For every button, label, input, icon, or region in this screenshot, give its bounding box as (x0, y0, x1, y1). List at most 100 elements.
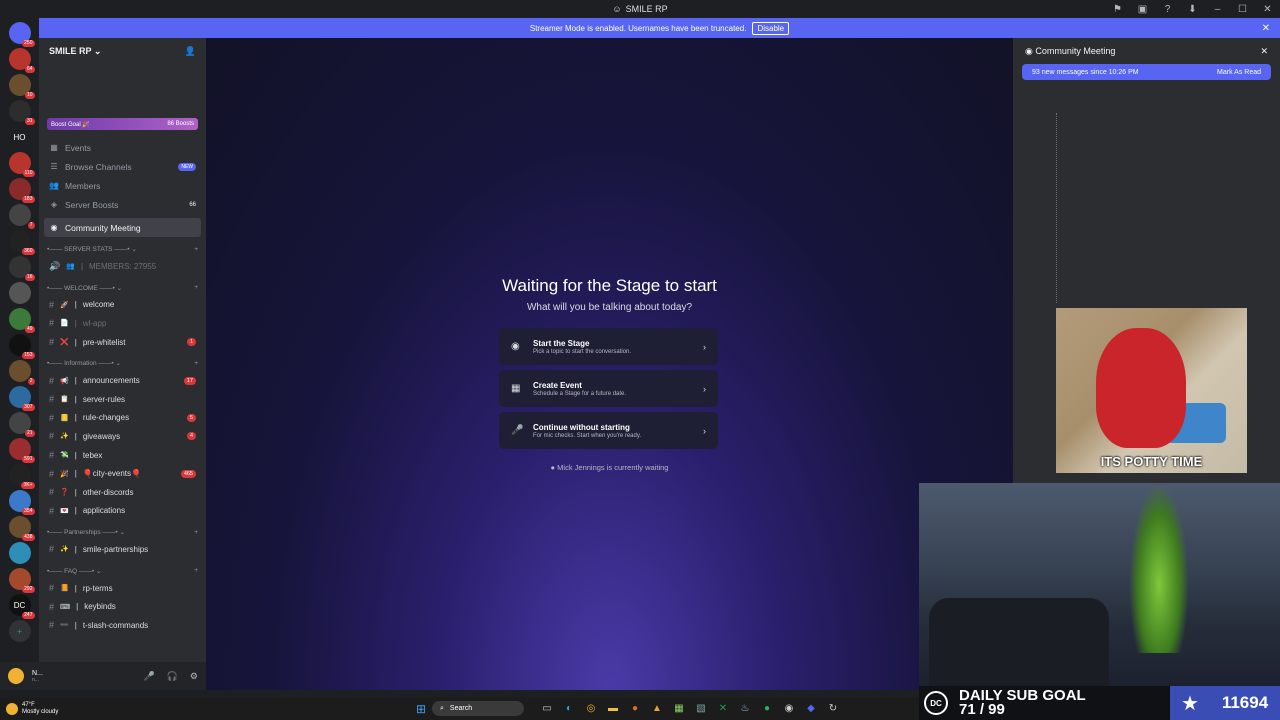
nav-server-boosts[interactable]: ◈ Server Boosts 66 (39, 195, 206, 214)
server-icon[interactable]: 7 (8, 204, 35, 229)
server-icon[interactable]: 3K+ (8, 464, 35, 489)
category-header[interactable]: •—— Information ——• ⌄ + (39, 355, 206, 371)
create-channel-icon[interactable]: + (194, 246, 198, 253)
server-icon[interactable]: 354 (8, 490, 35, 515)
hash-icon: # (49, 412, 55, 423)
server-icon[interactable]: 21 (8, 412, 35, 437)
help-icon[interactable]: ? (1155, 4, 1180, 15)
nav-browse-channels[interactable]: ☰ Browse Channels NEW (39, 157, 206, 176)
avatar[interactable] (8, 668, 24, 684)
channel-name: t-slash-commands (82, 620, 149, 630)
minimize-button[interactable]: – (1205, 4, 1230, 15)
gear-icon[interactable]: ⚙ (190, 671, 198, 682)
server-icon[interactable]: 438 (8, 516, 35, 541)
create-channel-icon[interactable]: + (194, 284, 198, 291)
spotify-icon[interactable]: ● (756, 703, 778, 714)
stage-option-continue-without-starting[interactable]: 🎤 Continue without starting For mic checks… (499, 412, 718, 449)
taskbar-search[interactable]: ⌕ Search (432, 701, 524, 716)
server-icon[interactable]: 64 (8, 48, 35, 73)
server-icon[interactable]: 360 (8, 230, 35, 255)
channel-item[interactable]: # 🚀 | welcome (39, 296, 206, 315)
channel-item[interactable]: # 📙 | rp-terms (39, 579, 206, 598)
server-icon[interactable]: 307 (8, 386, 35, 411)
maximize-button[interactable]: ☐ (1230, 4, 1255, 15)
server-icon[interactable]: 10 (8, 74, 35, 99)
gif-image[interactable]: ITS POTTY TIME (1056, 308, 1247, 473)
server-icon[interactable]: 110 (8, 152, 35, 177)
obs-icon[interactable]: ◉ (778, 703, 800, 714)
channel-item[interactable]: # 💸 | tebex (39, 446, 206, 465)
create-channel-icon[interactable]: + (194, 567, 198, 574)
unread-badge: 1 (186, 338, 196, 347)
steam-icon[interactable]: ♨ (734, 703, 756, 714)
sync-icon[interactable]: ↻ (822, 703, 844, 714)
server-icon[interactable] (8, 282, 31, 304)
boost-goal[interactable]: Boost Goal 🎉 86 Boosts (47, 118, 198, 130)
server-icon[interactable]: 16 (8, 256, 35, 281)
headphones-icon[interactable]: 🎧 (167, 671, 178, 682)
nav-events[interactable]: ▦ Events (39, 138, 206, 157)
excel-icon[interactable]: ✕ (712, 703, 734, 714)
channel-item[interactable]: # ✨ | giveaways 4 (39, 427, 206, 446)
channel-community-meeting[interactable]: ◉ Community Meeting (44, 218, 201, 237)
channel-item[interactable]: # 💌 | applications (39, 502, 206, 521)
windows-start-icon[interactable]: ⊞ (410, 702, 432, 716)
mute-icon[interactable]: 🎤 (143, 671, 154, 682)
screen-icon[interactable]: ▣ (1130, 4, 1155, 15)
server-icon[interactable]: 31 (8, 100, 35, 125)
channel-item[interactable]: # ✨ | smile-partnerships (39, 540, 206, 559)
channel-item[interactable]: # 📄 | wl-app (39, 314, 206, 333)
server-icon[interactable]: 250 (8, 22, 35, 47)
task-view-icon[interactable]: ▭ (536, 703, 558, 714)
channel-item[interactable]: # ⌨ | keybinds (39, 597, 206, 616)
channel-item[interactable]: # 📋 | server-rules (39, 390, 206, 409)
server-icon[interactable]: 2 (8, 360, 35, 385)
discord-icon[interactable]: ◆ (800, 703, 822, 714)
photoshop-icon[interactable]: ▧ (690, 703, 712, 714)
mark-read-button[interactable]: Mark As Read (1217, 69, 1261, 76)
channel-item[interactable]: # 📒 | rule-changes 5 (39, 409, 206, 428)
category-header[interactable]: •—— SERVER STATS ——• ⌄ + (39, 241, 206, 257)
create-channel-icon[interactable]: + (194, 360, 198, 367)
channel-item[interactable]: 🔊 👥 | MEMBERS: 27955 (39, 257, 206, 276)
close-button[interactable]: ✕ (1255, 4, 1280, 15)
server-icon[interactable]: DC 247 (8, 594, 35, 619)
server-icon[interactable]: 153 (8, 334, 35, 359)
new-messages-bar[interactable]: 93 new messages since 10:26 PM Mark As R… (1022, 64, 1271, 80)
stage-option-start-the-stage[interactable]: ◉ Start the Stage Pick a topic to start th… (499, 328, 718, 365)
chrome-icon[interactable]: ◎ (580, 703, 602, 714)
channel-item[interactable]: # 🎉 | 🎈city-events🎈 465 (39, 464, 206, 483)
edge-icon[interactable]: ◐ (558, 703, 580, 714)
notepad-icon[interactable]: ▦ (668, 703, 690, 714)
category-header[interactable]: •—— FAQ ——• ⌄ + (39, 563, 206, 579)
server-icon[interactable]: 292 (8, 568, 35, 593)
server-icon[interactable] (8, 542, 31, 564)
add-member-icon[interactable]: 👤 (185, 46, 196, 57)
explorer-icon[interactable]: ▬ (602, 703, 624, 714)
window-title: SMILE RP (625, 4, 668, 14)
firefox-icon[interactable]: ● (624, 703, 646, 714)
weather-widget[interactable]: 47°F Mostly cloudy (0, 702, 410, 716)
category-header[interactable]: •—— WELCOME ——• ⌄ + (39, 280, 206, 296)
server-icon[interactable]: 591 (8, 438, 35, 463)
inbox-icon[interactable]: ⚑ (1105, 4, 1130, 15)
app-icon[interactable]: ▲ (646, 703, 668, 714)
sub-goal-bar: DC DAILY SUB GOAL 71 / 99 ★ 11694 (919, 686, 1280, 720)
create-channel-icon[interactable]: + (194, 529, 198, 536)
channel-item[interactable]: # ➖ | t-slash-commands (39, 616, 206, 635)
server-icon[interactable]: 183 (8, 178, 35, 203)
disable-button[interactable]: Disable (752, 21, 790, 35)
channel-item[interactable]: # ❓ | other-discords (39, 483, 206, 502)
category-header[interactable]: •—— Partnerships ——• ⌄ + (39, 524, 206, 540)
nav-members[interactable]: 👥 Members (39, 176, 206, 195)
channel-item[interactable]: # ❌ | pre-whitelist 1 (39, 333, 206, 352)
stage-option-create-event[interactable]: ▦ Create Event Schedule a Stage for a futu… (499, 370, 718, 407)
close-icon[interactable]: ✕ (1262, 23, 1270, 34)
server-header[interactable]: SMILE RP ⌄ 👤 (39, 38, 206, 64)
close-icon[interactable]: ✕ (1260, 46, 1268, 57)
channel-item[interactable]: # 📢 | announcements 17 (39, 371, 206, 390)
server-icon[interactable]: 49 (8, 308, 35, 333)
add-server-icon[interactable]: + (8, 620, 31, 642)
server-icon[interactable]: HO (8, 126, 31, 148)
download-icon[interactable]: ⬇ (1180, 4, 1205, 15)
